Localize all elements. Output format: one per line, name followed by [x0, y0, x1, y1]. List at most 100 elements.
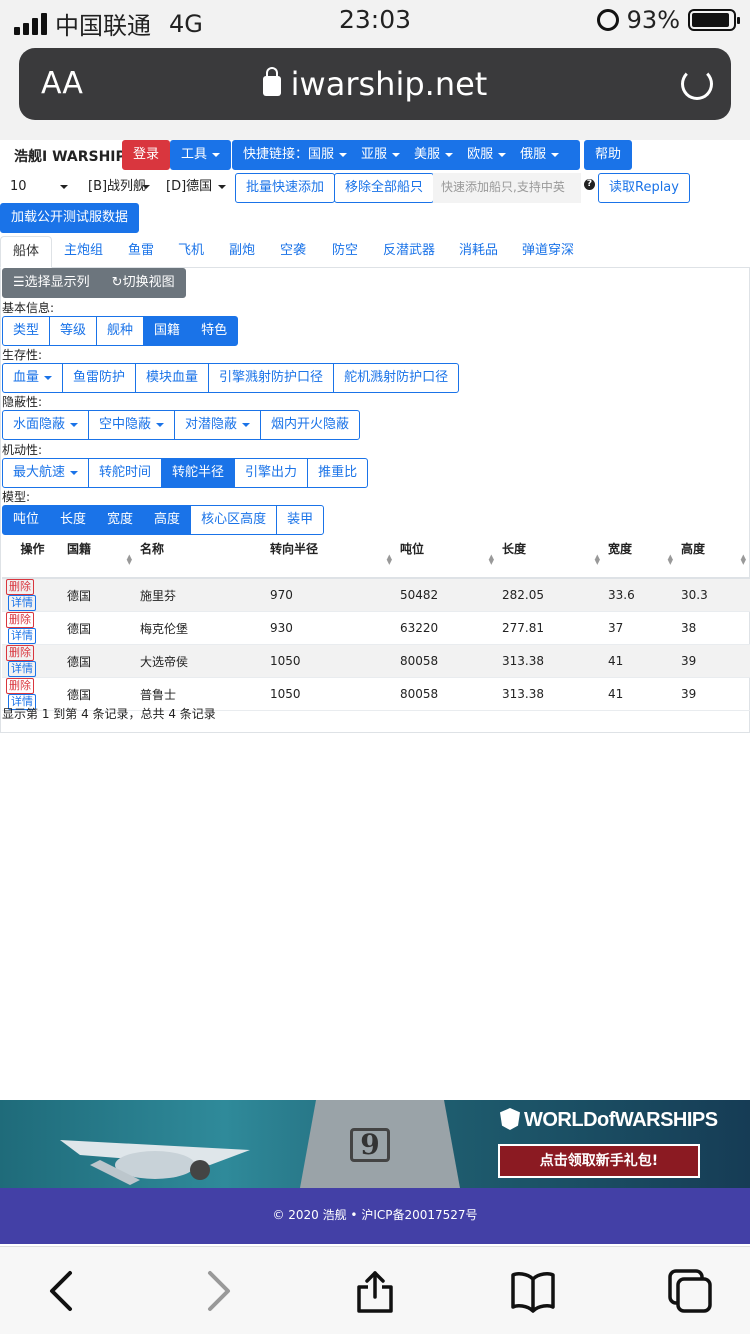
- reload-icon[interactable]: [681, 68, 713, 100]
- survival-label: 生存性:: [2, 348, 43, 362]
- col-feature[interactable]: 特色: [190, 316, 239, 346]
- col-nation[interactable]: 国籍: [143, 316, 192, 346]
- quick-add-input[interactable]: 快速添加船只,支持中英: [433, 173, 581, 203]
- basic-info-group: 类型 等级 舰种 国籍 特色: [2, 316, 239, 346]
- switch-view-button[interactable]: ↻切换视图: [100, 268, 186, 298]
- table-row: 删除详情 德国 施里芬 970 50482 282.05 33.6 30.3: [2, 578, 750, 612]
- col-power-weight[interactable]: 推重比: [307, 458, 369, 488]
- bookmarks-icon[interactable]: [509, 1267, 557, 1315]
- type-select[interactable]: [B]战列舰: [88, 173, 148, 201]
- col-length[interactable]: 长度: [49, 505, 98, 535]
- back-icon[interactable]: [38, 1267, 86, 1315]
- share-icon[interactable]: [351, 1267, 399, 1315]
- th-name[interactable]: 名称: [136, 534, 266, 579]
- col-torpedo-protection[interactable]: 鱼雷防护: [62, 363, 137, 393]
- delete-button[interactable]: 删除: [6, 678, 34, 694]
- ship-number: 9: [350, 1128, 390, 1162]
- nation-select[interactable]: [D]德国: [166, 173, 228, 201]
- region-eu[interactable]: 欧服: [467, 147, 507, 162]
- col-class[interactable]: 舰种: [96, 316, 145, 346]
- th-height[interactable]: 高度 ▲ ▼: [677, 534, 750, 579]
- pagination-info: 显示第 1 到第 4 条记录，总共 4 条记录: [2, 707, 216, 721]
- region-cn[interactable]: 国服: [308, 147, 348, 162]
- col-module-hp[interactable]: 模块血量: [135, 363, 210, 393]
- col-sub-detect[interactable]: 对潜隐蔽: [174, 410, 262, 440]
- batch-add-button[interactable]: 批量快速添加: [235, 173, 336, 203]
- col-tier[interactable]: 等级: [49, 316, 98, 346]
- th-width[interactable]: 宽度 ▲ ▼: [604, 534, 677, 579]
- col-surface-detect[interactable]: 水面隐蔽: [2, 410, 90, 440]
- col-hp[interactable]: 血量: [2, 363, 64, 393]
- remove-all-button[interactable]: 移除全部船只: [334, 173, 435, 203]
- tier-select[interactable]: 10: [10, 173, 76, 201]
- cell-length: 277.81: [498, 611, 604, 645]
- cell-height: 38: [677, 611, 750, 645]
- survival-group: 血量 鱼雷防护 模块血量 引擎溅射防护口径 舵机溅射防护口径: [2, 363, 460, 393]
- delete-button[interactable]: 删除: [6, 645, 34, 661]
- select-columns-button[interactable]: ☰选择显示列: [2, 268, 101, 298]
- tab-ballistics[interactable]: 弹道穿深: [510, 236, 586, 268]
- cell-name: 施里芬: [136, 578, 266, 612]
- login-button[interactable]: 登录: [122, 140, 171, 170]
- detail-button[interactable]: 详情: [8, 628, 36, 644]
- th-length[interactable]: 长度 ▲ ▼: [498, 534, 604, 579]
- question-icon[interactable]: ?: [584, 179, 595, 190]
- ad-banner[interactable]: 9 WORLDofWARSHIPS 点击领取新手礼包!: [0, 1100, 750, 1188]
- cell-nation: 德国: [63, 578, 136, 612]
- tab-main-battery[interactable]: 主炮组: [52, 236, 115, 268]
- col-height[interactable]: 高度: [143, 505, 192, 535]
- col-tonnage[interactable]: 吨位: [2, 505, 51, 535]
- col-citadel-height[interactable]: 核心区高度: [190, 505, 278, 535]
- th-tonnage[interactable]: 吨位 ▲ ▼: [396, 534, 498, 579]
- forward-icon[interactable]: [194, 1267, 242, 1315]
- tab-aa[interactable]: 防空: [320, 236, 370, 268]
- tab-consumables[interactable]: 消耗品: [447, 236, 510, 268]
- col-type[interactable]: 类型: [2, 316, 51, 346]
- top-nav: 浩舰I WARSHIP 登录 工具 快捷链接：国服 亚服 美服 欧服 俄服 帮助: [0, 140, 750, 170]
- region-ru[interactable]: 俄服: [520, 147, 560, 162]
- col-width[interactable]: 宽度: [96, 505, 145, 535]
- region-asia[interactable]: 亚服: [361, 147, 401, 162]
- th-turn-radius[interactable]: 转向半径 ▲ ▼: [266, 534, 396, 579]
- table-row: 删除详情 德国 梅克伦堡 930 63220 277.81 37 38: [2, 611, 750, 645]
- help-button[interactable]: 帮助: [584, 140, 633, 170]
- tab-secondary[interactable]: 副炮: [217, 236, 267, 268]
- col-air-detect[interactable]: 空中隐蔽: [88, 410, 176, 440]
- delete-button[interactable]: 删除: [6, 612, 34, 628]
- tab-torpedo[interactable]: 鱼雷: [116, 236, 166, 268]
- tab-asw[interactable]: 反潜武器: [371, 236, 447, 268]
- tabs-icon[interactable]: [666, 1267, 714, 1315]
- model-label: 模型:: [2, 490, 31, 504]
- tools-dropdown[interactable]: 工具: [170, 140, 232, 170]
- col-turn-radius[interactable]: 转舵半径: [161, 458, 236, 488]
- ship-table: 操作 国籍 ▲ ▼ 名称 转向半径 ▲ ▼ 吨位 ▲ ▼ 长度 ▲ ▼ 宽度 ▲ ▼ 高度 ▲ ▼ 删除…: [2, 534, 750, 711]
- cell-turn-radius: 1050: [266, 644, 396, 678]
- tab-airstrike[interactable]: 空袭: [268, 236, 318, 268]
- col-engine-power[interactable]: 引擎出力: [234, 458, 309, 488]
- col-engine-splash[interactable]: 引擎溅射防护口径: [208, 363, 335, 393]
- detail-button[interactable]: 详情: [8, 661, 36, 677]
- url-display[interactable]: iwarship.net: [19, 65, 731, 103]
- tab-aircraft[interactable]: 飞机: [166, 236, 216, 268]
- detail-button[interactable]: 详情: [8, 595, 36, 611]
- th-nation[interactable]: 国籍 ▲ ▼: [63, 534, 136, 579]
- lock-icon: [262, 67, 281, 96]
- address-bar[interactable]: AA iwarship.net: [19, 48, 731, 120]
- col-rudder-time[interactable]: 转舵时间: [88, 458, 163, 488]
- col-rudder-splash[interactable]: 舵机溅射防护口径: [333, 363, 460, 393]
- gift-cta-button[interactable]: 点击领取新手礼包!: [498, 1144, 700, 1178]
- quicklinks-bar: 快捷链接：国服 亚服 美服 欧服 俄服: [232, 140, 580, 170]
- tab-hull[interactable]: 船体: [0, 236, 53, 268]
- col-armor[interactable]: 装甲: [276, 505, 325, 535]
- cell-tonnage: 80058: [396, 644, 498, 678]
- delete-button[interactable]: 删除: [6, 579, 34, 595]
- mobility-label: 机动性:: [2, 443, 43, 457]
- load-test-server-button[interactable]: 加载公开测试服数据: [0, 203, 140, 233]
- url-text: iwarship.net: [290, 65, 488, 103]
- col-smoke-fire-detect[interactable]: 烟内开火隐蔽: [260, 410, 361, 440]
- read-replay-button[interactable]: 读取Replay: [598, 173, 690, 203]
- site-logo[interactable]: 浩舰I WARSHIP: [14, 146, 126, 166]
- region-na[interactable]: 美服: [414, 147, 454, 162]
- cell-name: 梅克伦堡: [136, 611, 266, 645]
- col-max-speed[interactable]: 最大航速: [2, 458, 90, 488]
